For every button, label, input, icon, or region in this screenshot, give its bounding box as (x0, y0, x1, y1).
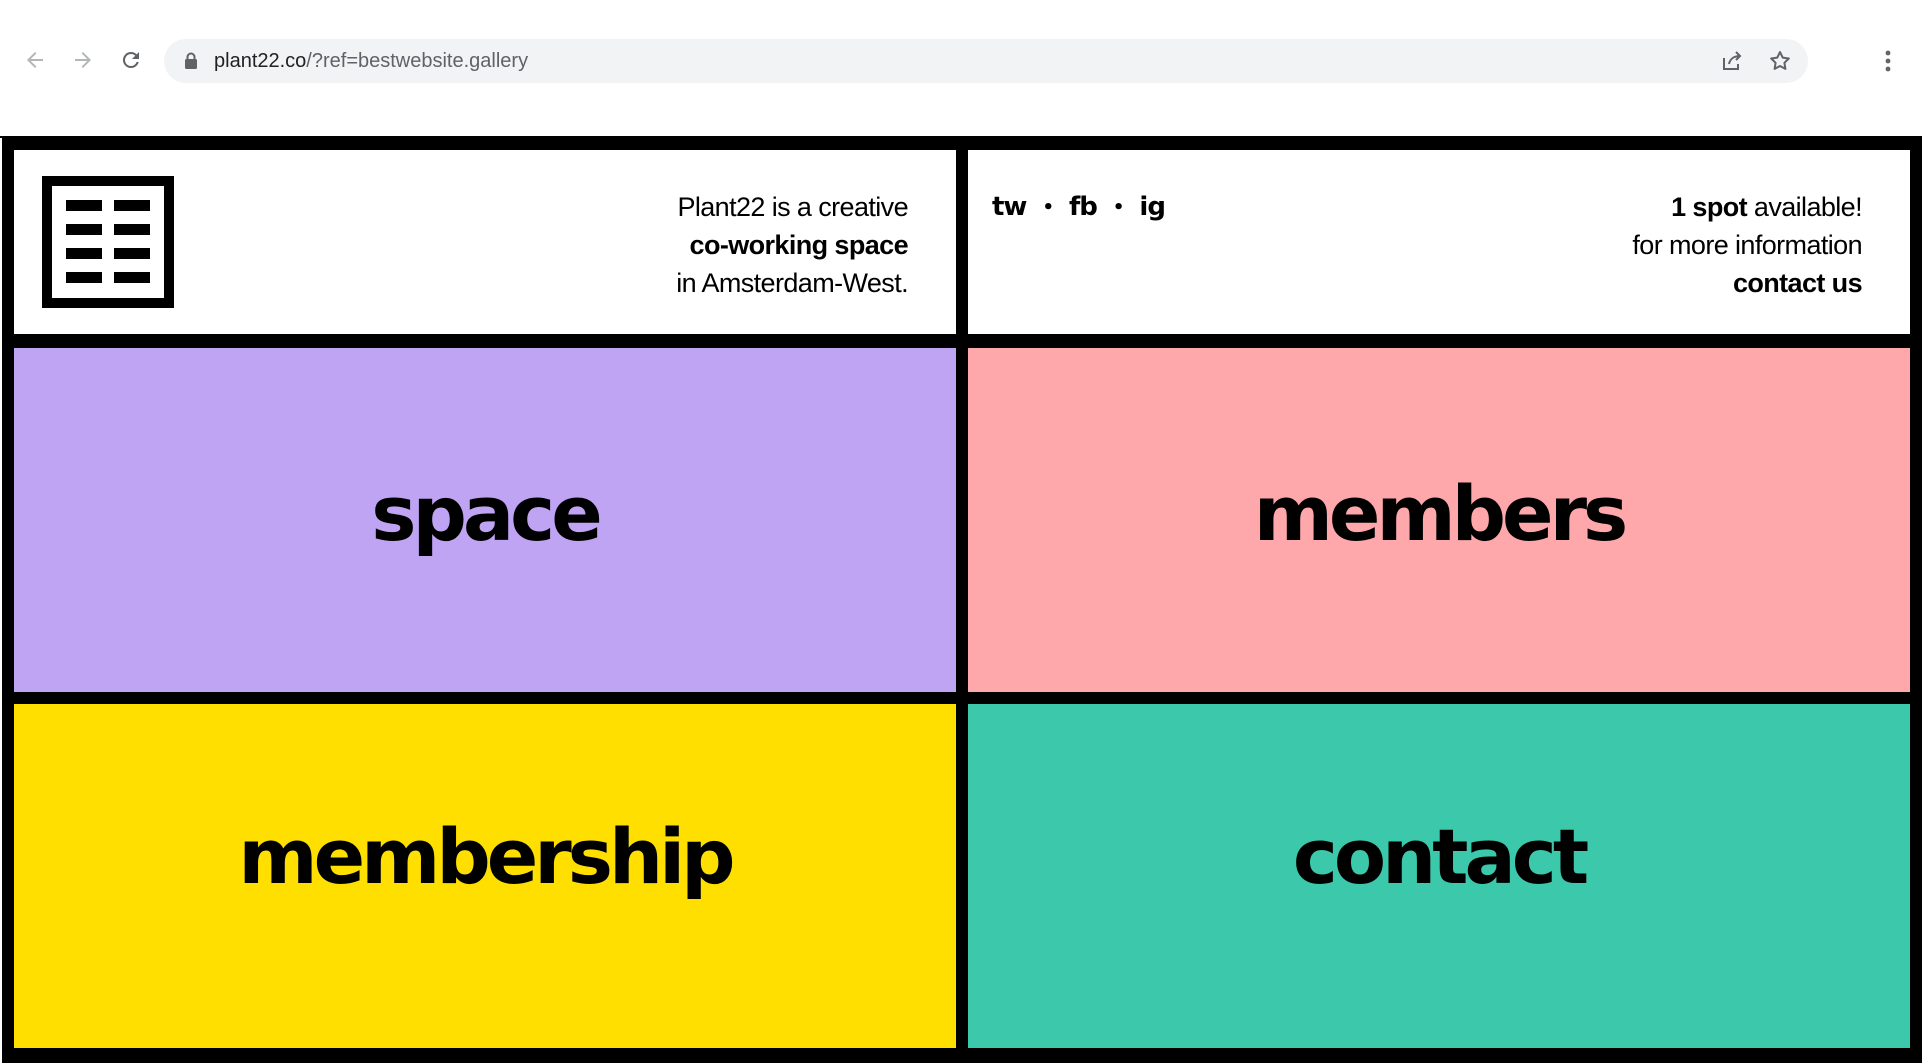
availability-line-1: 1 spot available! (1632, 188, 1863, 226)
tile-label: membership (238, 812, 735, 901)
availability-line-2: for more information (1632, 230, 1862, 260)
site-tagline: Plant22 is a creative co-working space i… (676, 188, 908, 302)
availability-count: 1 spot (1671, 192, 1748, 222)
forward-button[interactable] (67, 44, 99, 76)
kebab-menu-icon[interactable] (1876, 46, 1900, 76)
tile-label: space (371, 469, 603, 558)
browser-toolbar: plant22.co/?ref=bestwebsite.gallery (0, 0, 1922, 124)
address-bar[interactable]: plant22.co/?ref=bestwebsite.gallery (164, 39, 1808, 83)
logo-bar (66, 272, 102, 283)
tile-membership[interactable]: membership (14, 704, 956, 1048)
plant22-logo[interactable] (42, 176, 174, 308)
header-info: tw • fb • ig 1 spot available! for more info… (968, 150, 1910, 334)
tagline-line-3: in Amsterdam-West. (676, 268, 908, 298)
logo-bar (114, 200, 150, 211)
logo-bar (66, 200, 102, 211)
twitter-link[interactable]: tw (992, 192, 1027, 222)
logo-bar (114, 272, 150, 283)
separator-dot: • (1042, 197, 1053, 218)
tile-label: contact (1292, 812, 1589, 901)
page-frame: Plant22 is a creative co-working space i… (2, 138, 1922, 1063)
tile-space[interactable]: space (14, 348, 956, 692)
tile-contact[interactable]: contact (968, 704, 1910, 1048)
tagline-line-1: Plant22 is a creative (677, 192, 908, 222)
separator-dot: • (1112, 197, 1124, 218)
back-button[interactable] (19, 44, 51, 76)
contact-us-link[interactable]: contact us (1632, 264, 1863, 302)
facebook-link[interactable]: fb (1069, 192, 1098, 222)
logo-bar (114, 248, 150, 259)
reload-icon (122, 51, 139, 68)
reload-button[interactable] (115, 44, 147, 76)
availability-notice: 1 spot available! for more information c… (1632, 188, 1862, 302)
arrow-right-icon (75, 52, 91, 68)
url-text[interactable]: plant22.co/?ref=bestwebsite.gallery (214, 50, 528, 72)
logo-bar (114, 224, 150, 235)
lock-icon[interactable] (184, 52, 198, 70)
share-icon[interactable] (1720, 49, 1744, 73)
arrow-left-icon (27, 52, 43, 68)
availability-text: available! (1747, 192, 1863, 222)
header-intro: Plant22 is a creative co-working space i… (14, 150, 956, 334)
url-path: /?ref=bestwebsite.gallery (306, 50, 529, 72)
star-icon[interactable] (1768, 49, 1792, 73)
social-links: tw • fb • ig (992, 188, 1166, 227)
logo-mark-icon (52, 186, 164, 298)
tile-members[interactable]: members (968, 348, 1910, 692)
instagram-link[interactable]: ig (1139, 192, 1166, 222)
logo-bar (66, 224, 102, 235)
tagline-line-2: co-working space (689, 230, 909, 260)
tile-label: members (1253, 469, 1629, 558)
url-host: plant22.co (214, 50, 307, 72)
logo-bar (66, 248, 102, 259)
